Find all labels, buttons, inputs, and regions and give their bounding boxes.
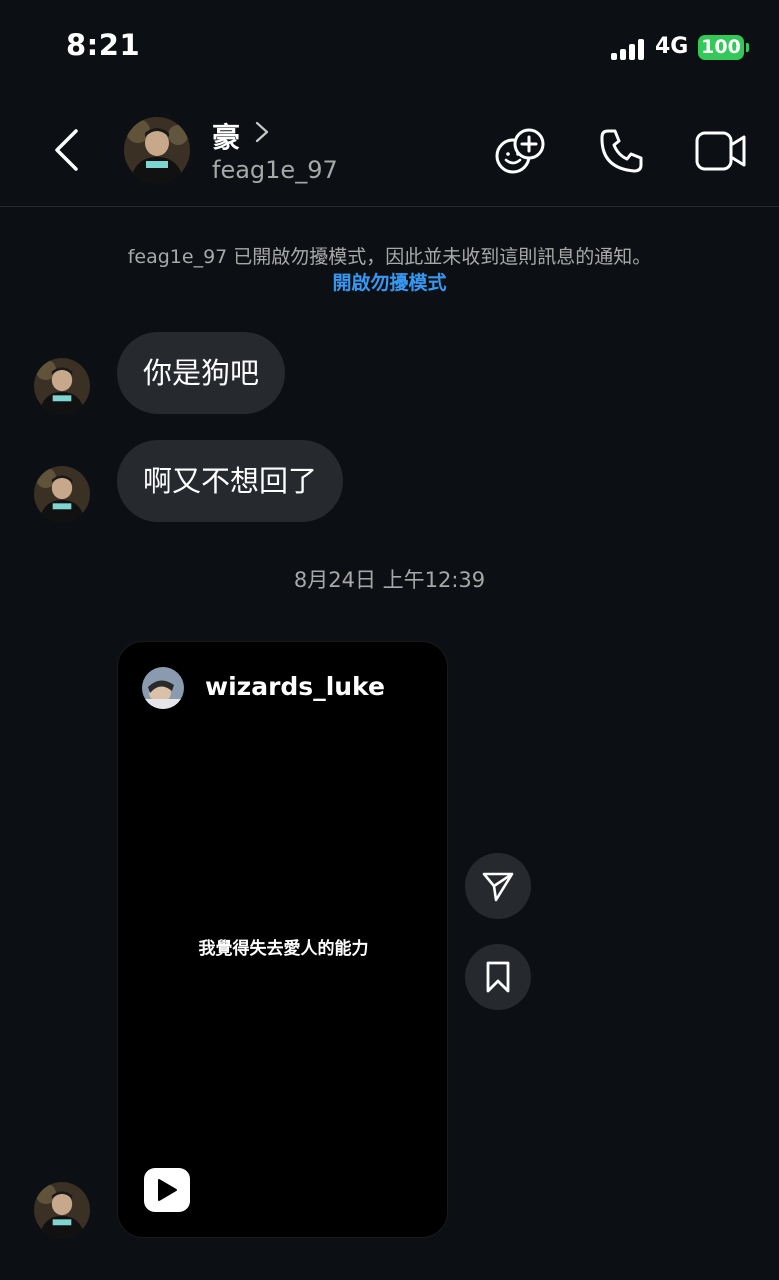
reel-play-button[interactable] bbox=[144, 1168, 190, 1212]
chevron-right-icon bbox=[255, 121, 269, 143]
reel-author-avatar[interactable] bbox=[142, 667, 184, 709]
message-bubble[interactable]: 啊又不想回了 bbox=[117, 440, 344, 522]
save-button[interactable] bbox=[465, 944, 531, 1010]
phone-icon bbox=[600, 129, 643, 173]
effects-icon bbox=[495, 128, 545, 174]
battery-tip bbox=[746, 43, 749, 52]
play-icon bbox=[158, 1179, 177, 1201]
share-button[interactable] bbox=[465, 853, 531, 919]
reel-caption: 我覺得失去愛人的能力 bbox=[198, 939, 369, 959]
video-call-button[interactable] bbox=[694, 124, 748, 178]
message-bubble[interactable]: 你是狗吧 bbox=[117, 332, 286, 414]
reel-author-username[interactable]: wizards_luke bbox=[205, 672, 385, 701]
status-time: 8:21 bbox=[66, 28, 141, 62]
dnd-notice-text: feag1e_97 已開啟勿擾模式，因此並未收到這則訊息的通知。 bbox=[127, 246, 652, 268]
dnd-notice: feag1e_97 已開啟勿擾模式，因此並未收到這則訊息的通知。 開啟勿擾模式 bbox=[0, 244, 779, 296]
send-icon bbox=[482, 872, 514, 902]
bookmark-icon bbox=[486, 961, 510, 993]
sender-avatar[interactable] bbox=[34, 358, 90, 414]
contact-username[interactable]: feag1e_97 bbox=[212, 156, 338, 184]
sender-avatar[interactable] bbox=[34, 1182, 90, 1238]
message-timestamp: 8月24日 上午12:39 bbox=[293, 568, 486, 592]
audio-call-button[interactable] bbox=[594, 124, 648, 178]
back-button[interactable] bbox=[44, 124, 88, 176]
back-icon bbox=[55, 129, 78, 171]
sender-avatar[interactable] bbox=[34, 466, 90, 522]
shared-reel[interactable]: wizards_luke 我覺得失去愛人的能力 bbox=[117, 641, 448, 1238]
contact-avatar[interactable] bbox=[124, 117, 190, 183]
network-type: 4G bbox=[655, 34, 689, 59]
contact-name[interactable]: 豪 bbox=[212, 116, 240, 156]
effects-button[interactable] bbox=[493, 124, 547, 178]
battery-icon: 100 bbox=[698, 35, 744, 60]
dnd-notice-link[interactable]: 開啟勿擾模式 bbox=[0, 270, 779, 296]
signal-icon bbox=[611, 38, 647, 60]
chat-header: 豪 feag1e_97 bbox=[0, 96, 779, 207]
video-icon bbox=[695, 131, 746, 171]
status-bar: 8:21 4G 100 bbox=[0, 0, 779, 96]
